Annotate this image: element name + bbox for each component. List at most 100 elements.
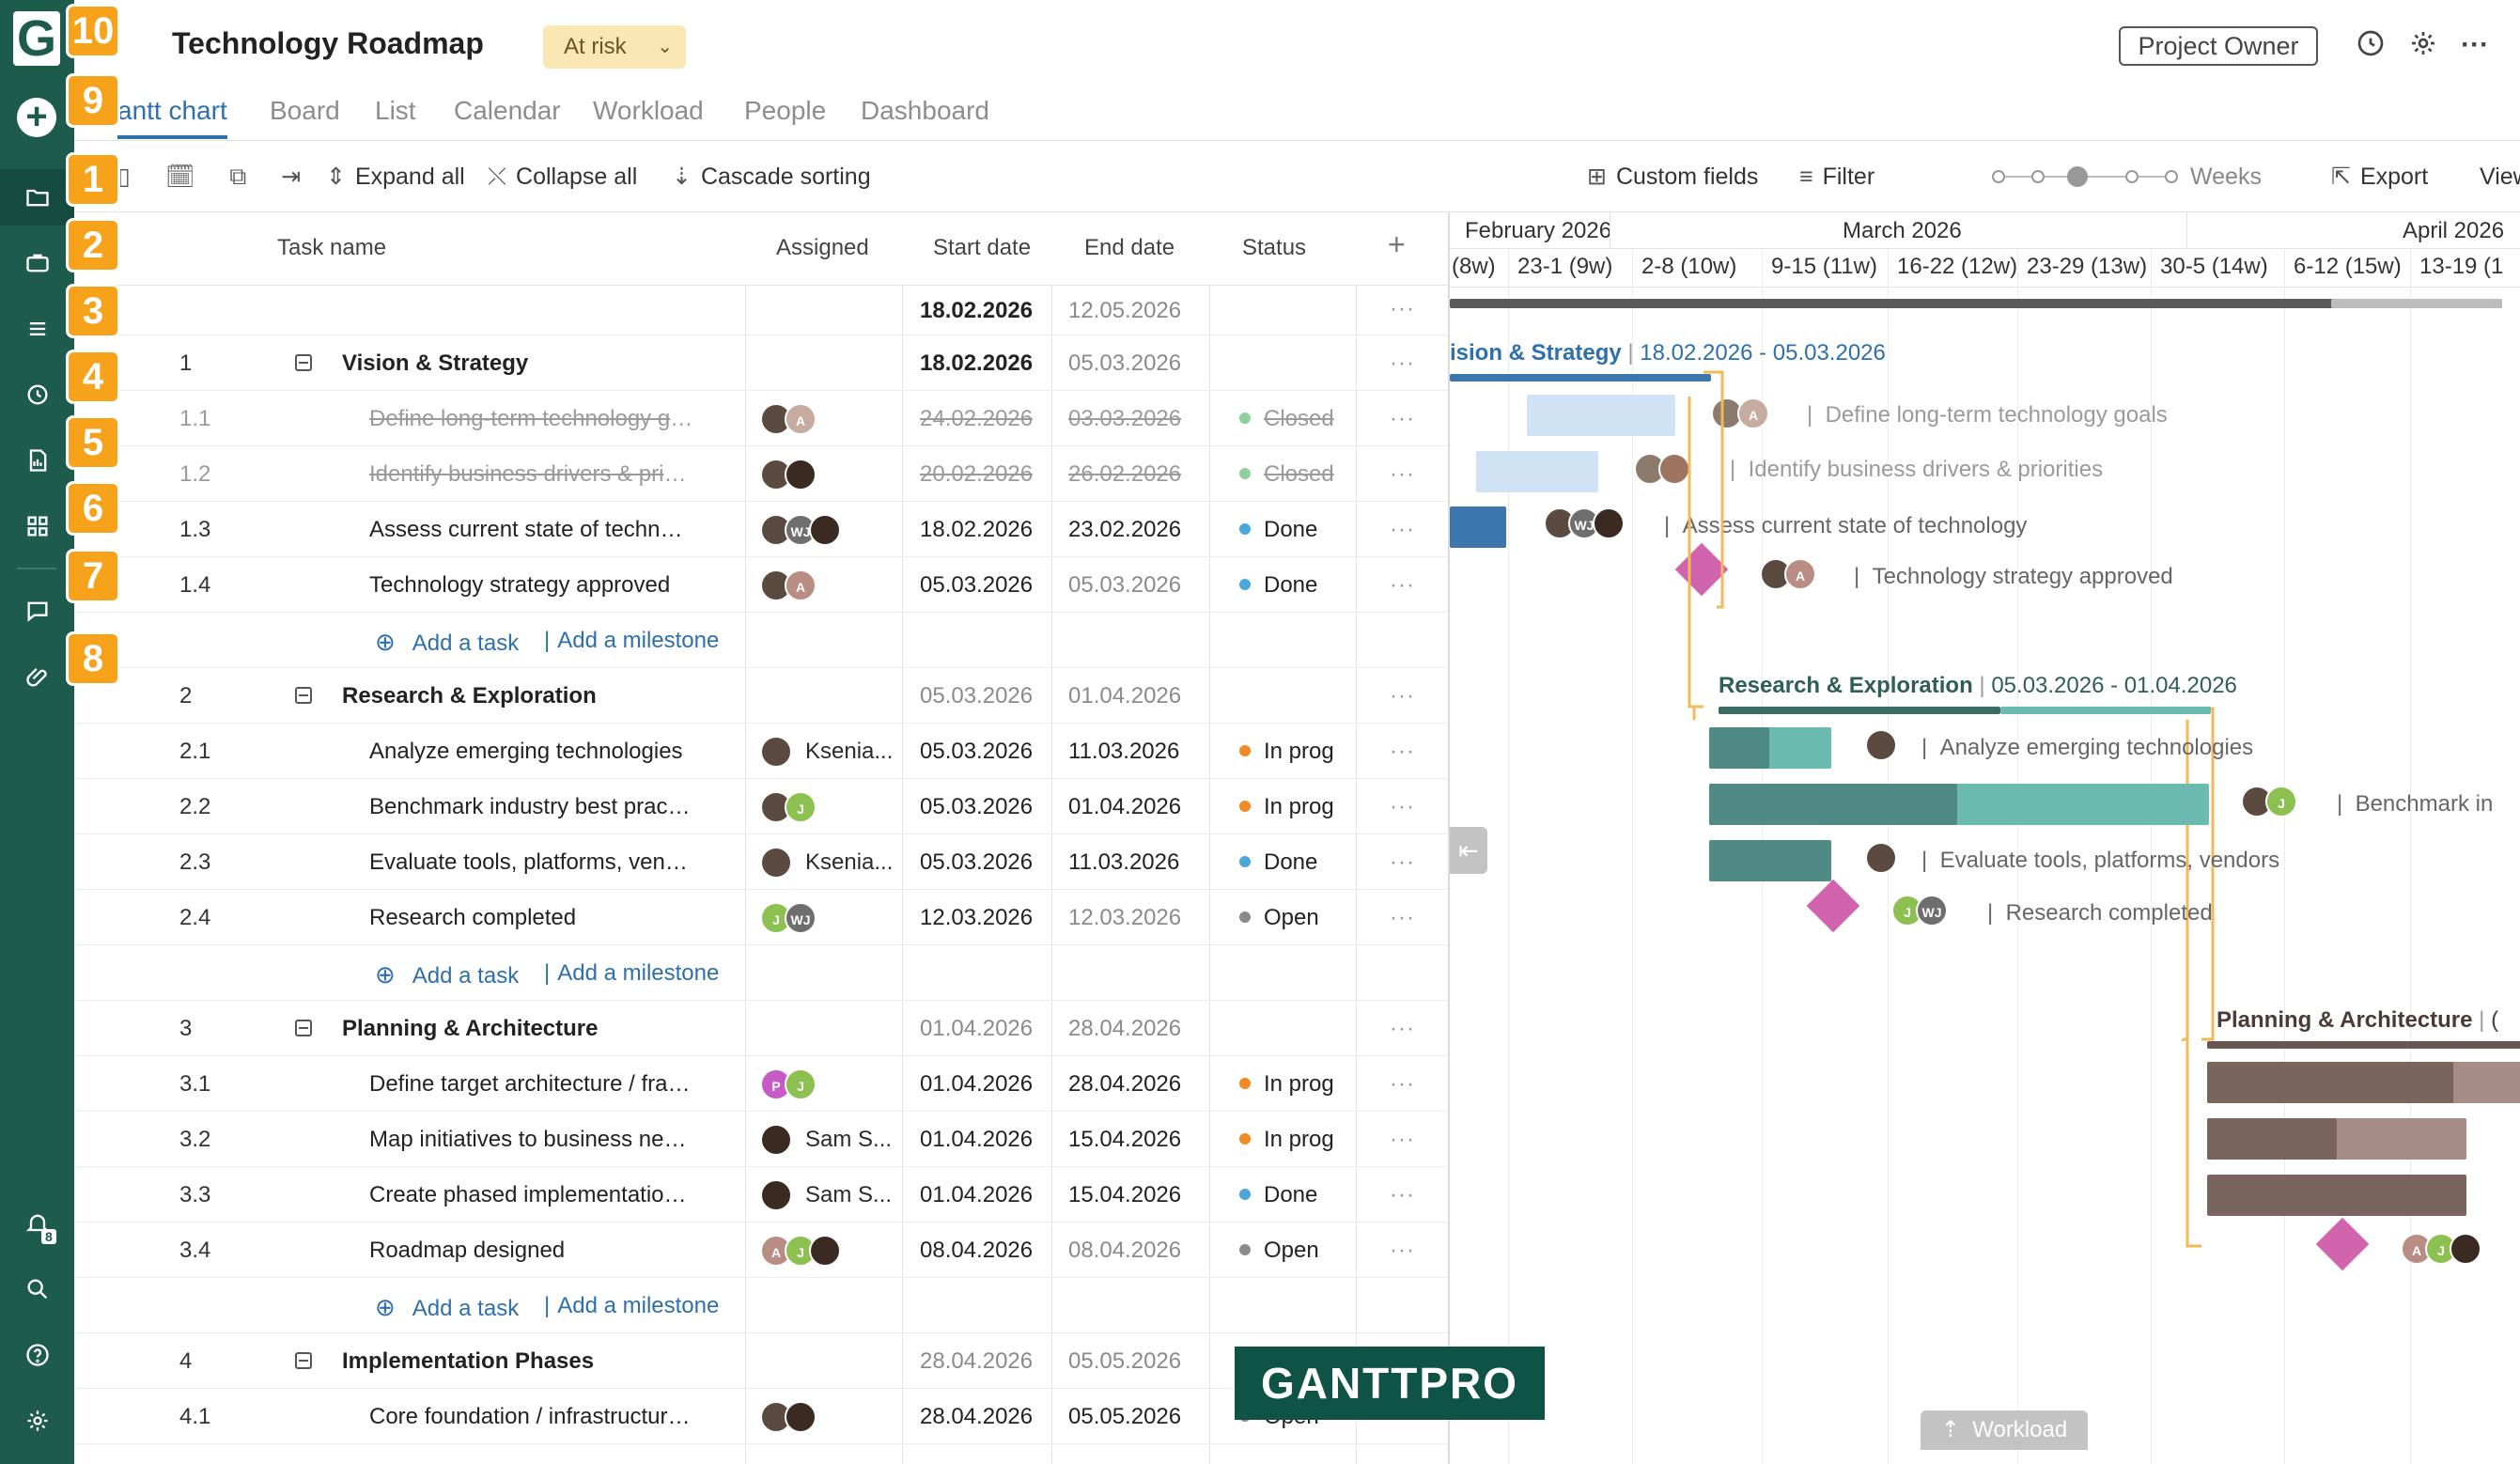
row-more-icon[interactable]: ··· [1390, 1182, 1415, 1208]
status-cell[interactable]: Closed [1239, 461, 1334, 488]
table-row[interactable]: 3.1 Define target architecture / fram... P… [74, 1056, 1448, 1112]
group-row[interactable]: 3 Planning & Architecture 01.04.2026 28.04.… [74, 1001, 1448, 1056]
gantt-group-bar-planning[interactable] [2207, 1041, 2520, 1049]
end-date[interactable]: 11.03.2026 [1068, 849, 1179, 876]
projects-folder-icon[interactable] [0, 169, 74, 226]
start-date[interactable]: 28.04.2026 [920, 1348, 1033, 1375]
group-row[interactable]: 1 Vision & Strategy 18.02.2026 05.03.2026 ··… [74, 335, 1448, 391]
start-date[interactable]: 05.03.2026 [920, 849, 1033, 876]
row-more-icon[interactable]: ··· [1390, 739, 1415, 765]
add-milestone-link[interactable]: | Add a milestone [544, 1293, 719, 1319]
row-more-icon[interactable]: ··· [1390, 1016, 1415, 1042]
end-date[interactable]: 28.04.2026 [1068, 1016, 1181, 1042]
table-row[interactable]: 2.1 Analyze emerging technologies Ksenia..… [74, 724, 1448, 779]
cascade-sorting-button[interactable]: ⇣ Cascade sorting [672, 162, 871, 192]
end-date[interactable]: 01.04.2026 [1068, 794, 1181, 820]
status-cell[interactable]: Open [1239, 1238, 1319, 1264]
history-icon[interactable] [2354, 28, 2388, 62]
col-header-task-name[interactable]: Task name [277, 235, 386, 261]
more-options-icon[interactable]: ··· [2458, 28, 2492, 62]
apps-grid-icon[interactable] [0, 498, 74, 554]
assignee-name[interactable]: Ksenia... [805, 739, 893, 765]
export-button[interactable]: ⇱ Export [2331, 162, 2428, 192]
tab-gantt-chart[interactable]: antt chart [117, 94, 227, 139]
assignee-name[interactable]: Sam S... [805, 1182, 892, 1208]
col-header-assigned[interactable]: Assigned [776, 235, 869, 261]
assignee-avatar[interactable] [760, 1124, 792, 1156]
custom-fields-button[interactable]: ⊞ Custom fields [1587, 162, 1758, 192]
start-date[interactable]: 01.04.2026 [920, 1127, 1033, 1153]
assignee-avatar[interactable]: WJ [785, 902, 817, 934]
start-date[interactable]: 08.04.2026 [920, 1238, 1033, 1264]
collapse-grid-arrow-icon[interactable]: ⇤ [1450, 827, 1487, 874]
project-title[interactable]: Technology Roadmap [172, 26, 484, 61]
add-task-link[interactable]: ⊕ Add a task [375, 628, 519, 657]
tab-board[interactable]: Board [270, 94, 340, 128]
table-row[interactable]: 1.2 Identify business drivers & priori...… [74, 446, 1448, 502]
assignee-avatar[interactable]: J [785, 1068, 817, 1100]
add-task-link[interactable]: ⊕ Add a task [375, 960, 519, 989]
zoom-slider[interactable] [1991, 162, 2179, 199]
calendar-icon[interactable]: 🗓 [165, 162, 195, 192]
table-row[interactable]: 1.3 Assess current state of technology WJ 1… [74, 502, 1448, 557]
start-date[interactable]: 20.02.2026 [920, 461, 1033, 488]
task-name[interactable]: Technology strategy approved [369, 572, 693, 599]
settings-gear-icon[interactable] [0, 1393, 74, 1449]
col-header-status[interactable]: Status [1242, 235, 1306, 261]
group-name[interactable]: Vision & Strategy [342, 350, 666, 377]
create-plus-icon[interactable]: + [17, 98, 56, 137]
filter-button[interactable]: ≡ Filter [1799, 162, 1874, 192]
start-date[interactable]: 18.02.2026 [920, 350, 1033, 377]
start-date[interactable]: 28.04.2026 [920, 1404, 1033, 1430]
group-row[interactable]: 2 Research & Exploration 05.03.2026 01.04.2… [74, 668, 1448, 724]
gantt-bar-2-3[interactable] [1709, 840, 1831, 881]
start-date[interactable]: 12.03.2026 [920, 905, 1033, 931]
status-cell[interactable]: Done [1239, 849, 1317, 876]
workload-panel-button[interactable]: ⇡ Workload [1921, 1410, 2088, 1450]
status-cell[interactable]: In prog [1239, 794, 1334, 820]
row-more-icon[interactable]: ··· [1390, 406, 1415, 432]
task-name[interactable]: Create phased implementation p... [369, 1182, 693, 1208]
status-cell[interactable]: In prog [1239, 1127, 1334, 1153]
collapse-all-button[interactable]: ⤬ Collapse all [488, 162, 637, 192]
collapse-group-icon[interactable] [295, 1020, 312, 1036]
task-name[interactable]: Core foundation / infrastructure... [369, 1404, 693, 1430]
assignee-avatar[interactable]: A [785, 403, 817, 435]
start-date[interactable]: 24.02.2026 [920, 406, 1033, 432]
end-date[interactable]: 26.02.2026 [1068, 461, 1181, 488]
start-date[interactable]: 05.03.2026 [920, 683, 1033, 709]
end-date[interactable]: 12.03.2026 [1068, 905, 1181, 931]
status-cell[interactable]: In prog [1239, 739, 1334, 765]
row-more-icon[interactable]: ··· [1390, 794, 1415, 820]
end-date[interactable]: 05.03.2026 [1068, 572, 1181, 599]
row-more-icon[interactable]: ··· [1390, 461, 1415, 488]
collapse-group-icon[interactable] [295, 1352, 312, 1369]
status-cell[interactable]: Open [1239, 905, 1319, 931]
assignee-avatar[interactable] [785, 459, 817, 491]
row-more-icon[interactable]: ··· [1390, 1071, 1415, 1098]
end-date[interactable]: 15.04.2026 [1068, 1127, 1181, 1153]
search-icon[interactable] [0, 1261, 74, 1317]
add-task-row[interactable]: ⊕ Add a task | Add a milestone [74, 1278, 1448, 1333]
task-name[interactable]: Define target architecture / fram... [369, 1071, 693, 1098]
group-name[interactable]: Planning & Architecture [342, 1016, 666, 1042]
table-row[interactable]: 2.4 Research completed J WJ 12.03.2026 12.03.… [74, 890, 1448, 945]
status-cell[interactable]: In prog [1239, 1071, 1334, 1098]
start-date[interactable]: 01.04.2026 [920, 1071, 1033, 1098]
project-settings-gear-icon[interactable] [2406, 28, 2440, 62]
status-cell[interactable]: Done [1239, 1182, 1317, 1208]
row-more-icon[interactable]: ··· [1390, 683, 1415, 709]
task-name[interactable]: Identify business drivers & priori... [369, 461, 693, 488]
row-more-icon[interactable]: ··· [1390, 350, 1415, 377]
row-more-icon[interactable]: ··· [1390, 849, 1415, 876]
task-name[interactable]: Analyze emerging technologies [369, 739, 693, 765]
col-header-start-date[interactable]: Start date [933, 235, 1031, 261]
tab-people[interactable]: People [744, 94, 826, 128]
col-header-end-date[interactable]: End date [1084, 235, 1174, 261]
reports-icon[interactable] [0, 432, 74, 489]
table-row[interactable]: 1.4 Technology strategy approved A 05.03.20… [74, 557, 1448, 613]
table-row[interactable]: 3.4 Roadmap designed A J 08.04.2026 08.04.202… [74, 1223, 1448, 1278]
task-name[interactable]: Define long-term technology go... [369, 406, 693, 432]
tab-workload[interactable]: Workload [593, 94, 704, 128]
start-date[interactable]: 05.03.2026 [920, 739, 1033, 765]
